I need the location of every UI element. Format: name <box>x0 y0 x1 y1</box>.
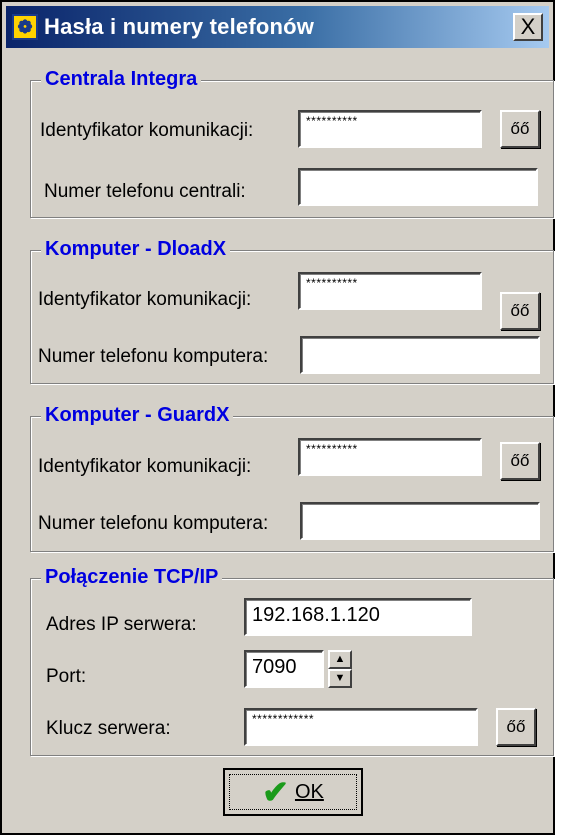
glasses-icon: őő <box>510 451 530 470</box>
comm-id-label: Identyfikator komunikacji: <box>38 289 252 310</box>
comm-id-label: Identyfikator komunikacji: <box>38 456 252 477</box>
guardx-phone-field[interactable] <box>300 502 540 540</box>
group-title: Komputer - GuardX <box>41 403 234 427</box>
port-field[interactable]: 7090 <box>244 650 324 688</box>
group-title: Centrala Integra <box>41 67 202 91</box>
spin-up-icon[interactable]: ▲ <box>328 650 352 669</box>
close-button[interactable]: X <box>513 13 543 41</box>
integra-phone-field[interactable] <box>298 168 538 206</box>
group-title: Połączenie TCP/IP <box>41 565 223 589</box>
computer-phone-label: Numer telefonu komputera: <box>38 346 269 367</box>
spin-down-icon[interactable]: ▼ <box>328 669 352 688</box>
window-title: Hasła i numery telefonów <box>44 14 315 39</box>
glasses-icon: őő <box>506 717 526 736</box>
show-password-button[interactable]: őő <box>500 442 540 480</box>
server-ip-label: Adres IP serwera: <box>46 614 197 635</box>
app-icon: ❁ <box>12 14 38 40</box>
server-key-field[interactable]: ************ <box>244 708 478 746</box>
dloadx-phone-field[interactable] <box>300 336 540 374</box>
panel-phone-label: Numer telefonu centrali: <box>44 181 246 202</box>
ok-label: OK <box>294 780 324 803</box>
check-icon: ✔ <box>262 774 289 810</box>
computer-phone-label: Numer telefonu komputera: <box>38 513 269 534</box>
show-password-button[interactable]: őő <box>496 708 536 746</box>
ok-button[interactable]: ✔ OK <box>223 768 363 816</box>
integra-comm-id-field[interactable]: ********** <box>298 110 482 148</box>
comm-id-label: Identyfikator komunikacji: <box>40 120 254 141</box>
title-bar[interactable]: ❁ Hasła i numery telefonów X <box>6 6 549 48</box>
server-key-label: Klucz serwera: <box>46 718 171 739</box>
port-spinner[interactable]: ▲ ▼ <box>328 650 352 688</box>
show-password-button[interactable]: őő <box>500 110 540 148</box>
server-ip-field[interactable]: 192.168.1.120 <box>244 598 472 636</box>
glasses-icon: őő <box>510 301 530 320</box>
group-title: Komputer - DloadX <box>41 237 231 261</box>
glasses-icon: őő <box>510 119 530 138</box>
dialog-window: ❁ Hasła i numery telefonów X Centrala In… <box>0 0 555 835</box>
guardx-comm-id-field[interactable]: ********** <box>298 438 482 476</box>
ok-focus-rect: ✔ OK <box>229 774 357 810</box>
port-label: Port: <box>46 666 87 687</box>
dloadx-comm-id-field[interactable]: ********** <box>298 272 482 310</box>
show-password-button[interactable]: őő <box>500 292 540 330</box>
